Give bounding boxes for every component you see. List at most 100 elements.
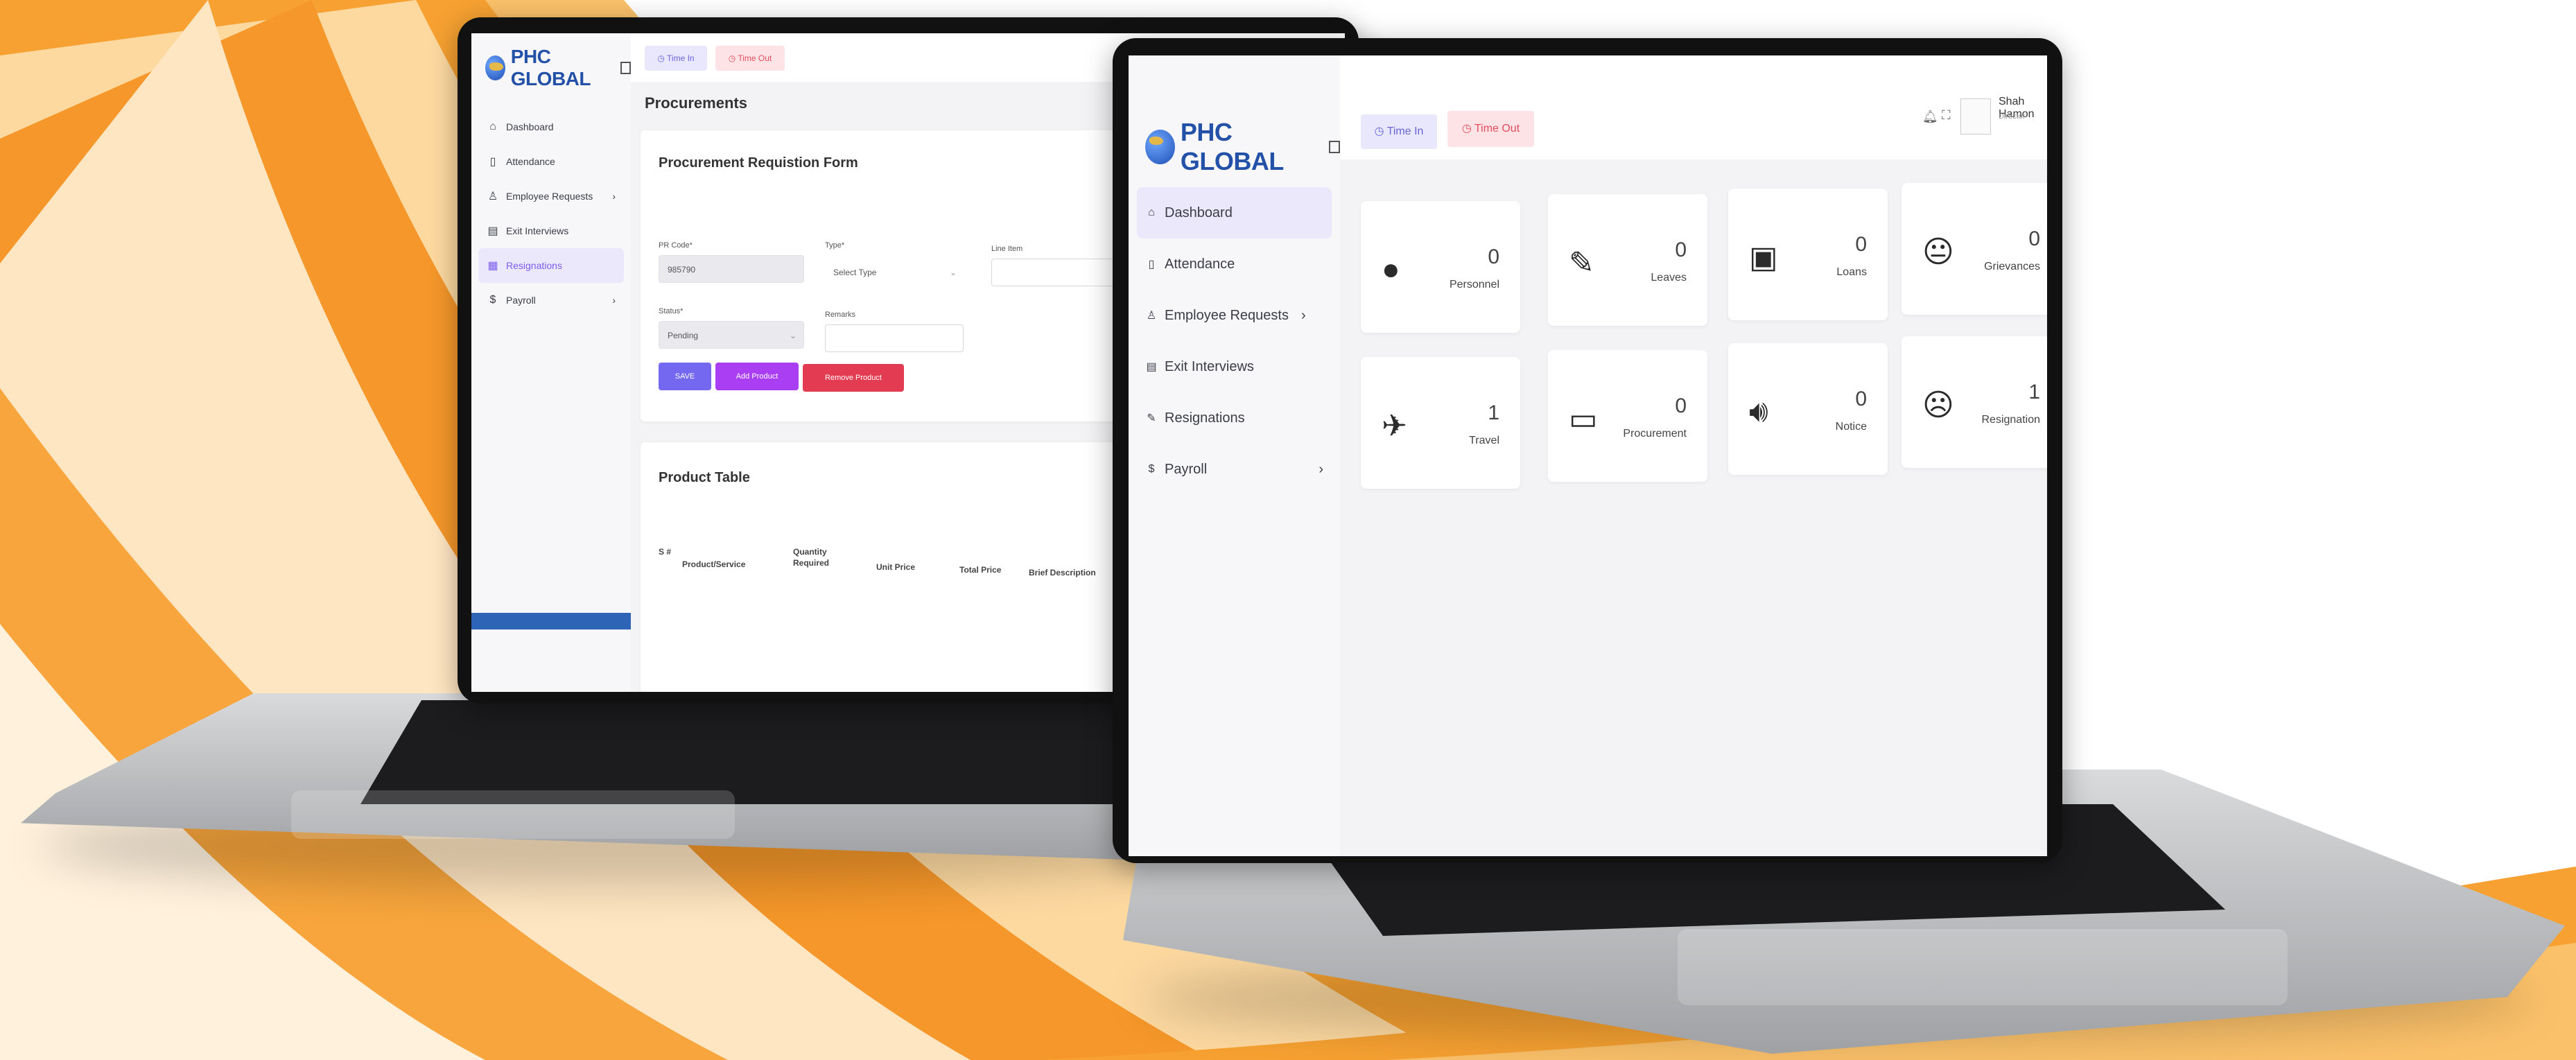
sidebar-item-employee-requests[interactable]: ♙ Employee Requests › [1129,290,1340,341]
clock-icon: ◷ [728,53,738,63]
type-select-value: Select Type [833,268,877,277]
tile-label: Procurement [1623,428,1687,440]
edit-icon: ✎ [1569,246,1594,280]
nav-label: Exit Interviews [1165,358,1254,374]
neutral-face-icon: 😐︎ [1922,235,1954,269]
nav-label: Payroll [1165,461,1208,477]
tile-value: 0 [1488,245,1499,268]
fullscreen-icon[interactable]: ⛶ [1942,108,1951,123]
table-header: Product/Service [682,559,746,569]
tile-label: Personnel [1449,279,1499,290]
tile-label: Loans [1836,266,1867,278]
home-icon: ⌂ [489,121,496,132]
sidebar-item-payroll[interactable]: $ Payroll › [471,283,631,318]
sidebar-item-payroll[interactable]: $ Payroll › [1129,444,1340,495]
sidebar-item-attendance[interactable]: ▯ Attendance [471,144,631,179]
right-logo: PHC GLOBAL [1145,118,1340,176]
page-title: Procurements [645,94,747,112]
time-in-button[interactable]: ◷ Time In [1361,114,1437,149]
time-in-button[interactable]: ◷ Time In [645,46,707,71]
time-out-label: Time Out [1474,123,1520,134]
left-nav: ⌂ Dashboard ▯ Attendance ♙ Employee Request… [471,110,631,318]
nav-label: Resignations [506,260,562,271]
chevron-down-icon: ⌄ [949,268,957,277]
sad-face-icon: ☹ [1922,388,1954,422]
tile-resignation[interactable]: ☹ 1 Resignation [1901,336,2047,468]
tile-label: Leaves [1651,272,1687,284]
right-nav: ⌂ Dashboard ▯ Attendance ♙ Employee Request… [1129,187,1340,495]
edit-icon: ✎ [1147,412,1156,424]
nav-label: Payroll [506,295,536,306]
sidebar-item-dashboard[interactable]: ⌂ Dashboard [1137,187,1332,238]
globe-icon [485,55,505,80]
add-product-button[interactable]: Add Product [715,363,799,390]
user-role: Director [1999,112,2026,121]
tile-value: 0 [1675,238,1687,261]
tile-value: 1 [2028,381,2040,403]
left-sidebar: PHC GLOBAL ⌂ Dashboard ▯ Attendance ♙ Emplo… [471,33,635,692]
sidebar-item-exit-interviews[interactable]: ▤ Exit Interviews [1129,341,1340,392]
tile-value: 0 [1855,233,1867,256]
time-out-label: Time Out [738,53,772,63]
time-out-button[interactable]: ◷ Time Out [1447,111,1534,147]
sidebar-item-exit-interviews[interactable]: ▤ Exit Interviews [471,214,631,248]
logo-text: PHC GLOBAL [1180,118,1284,175]
bell-icon[interactable]: 🔔︎ [1922,110,1938,124]
table-header: Unit Price [876,562,916,572]
nav-label: Attendance [506,156,555,167]
remove-product-button[interactable]: Remove Product [803,364,904,392]
left-logo: PHC GLOBAL [485,46,631,90]
nav-label: Employee Requests [1165,307,1289,323]
type-label: Type* [825,241,845,250]
save-button[interactable]: SAVE [659,363,711,390]
pr-code-field[interactable]: 985790 [659,255,804,283]
time-in-label: Time In [667,53,695,63]
speaker-icon: 🔊︎ [1749,394,1768,428]
tile-label: Resignation [1981,414,2041,426]
nav-label: Exit Interviews [506,225,569,236]
nav-label: Attendance [1165,256,1235,272]
tile-leaves[interactable]: ✎ 0 Leaves [1548,194,1707,326]
tile-value: 0 [2028,227,2040,250]
tile-label: Notice [1835,421,1867,433]
file-icon: ▯ [1148,259,1155,270]
nav-label: Dashboard [506,121,554,132]
type-select[interactable]: Select Type ⌄ [825,259,964,286]
sidebar-item-resignations[interactable]: ✎ Resignations [1129,392,1340,444]
money-icon: ▣ [1749,241,1778,275]
dollar-icon: $ [1148,463,1155,475]
time-in-label: Time In [1386,125,1424,137]
plane-icon: ✈ [1382,409,1407,443]
menu-grid-icon[interactable] [1328,141,1340,153]
nav-label: Resignations [1165,410,1245,426]
sidebar-item-resignations[interactable]: ▦ Resignations [478,248,624,283]
sidebar-item-dashboard[interactable]: ⌂ Dashboard [471,110,631,144]
sidebar-item-employee-requests[interactable]: ♙ Employee Requests › [471,179,631,214]
tile-grievances[interactable]: 😐︎ 0 Grievances [1901,183,2047,315]
nav-label: Dashboard [1165,205,1233,220]
tile-travel[interactable]: ✈ 1 Travel [1361,357,1520,489]
user-icon: ♙ [487,191,498,202]
tile-personnel[interactable]: ● 0 Personnel [1361,201,1520,333]
chevron-right-icon: › [1300,307,1306,323]
avatar[interactable] [1960,98,1991,134]
tile-notice[interactable]: 🔊︎ 0 Notice [1728,343,1888,475]
clock-icon: ◷ [1374,125,1387,137]
laptop-icon: ▭ [1569,402,1598,436]
status-url-bar [471,613,635,629]
sidebar-item-attendance[interactable]: ▯ Attendance [1129,238,1340,290]
tile-procurement[interactable]: ▭ 0 Procurement [1548,350,1707,482]
table-header: Total Price [959,565,1002,575]
tile-label: Travel [1469,435,1499,446]
status-select[interactable]: Pending ⌄ [659,321,804,349]
time-out-button[interactable]: ◷ Time Out [715,46,785,71]
tile-loans[interactable]: ▣ 0 Loans [1728,189,1888,320]
calendar-icon: ▤ [487,225,498,237]
menu-grid-icon[interactable] [620,62,631,74]
tile-label: Grievances [1984,261,2040,272]
remarks-field[interactable] [825,324,964,352]
file-icon: ▯ [489,156,496,168]
person-icon: ● [1382,252,1400,286]
remarks-label: Remarks [825,311,856,319]
form-title: Procurement Requistion Form [659,155,858,171]
